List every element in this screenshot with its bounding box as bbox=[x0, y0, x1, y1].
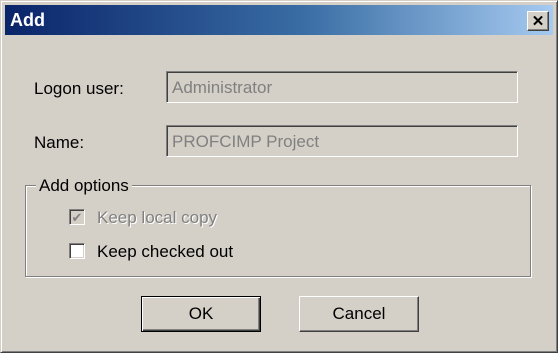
add-options-label: Add options bbox=[36, 176, 132, 196]
close-icon: ✕ bbox=[531, 12, 545, 30]
title-bar[interactable]: Add ✕ bbox=[5, 5, 553, 35]
cancel-button[interactable]: Cancel bbox=[299, 296, 419, 332]
name-field: PROFCIMP Project bbox=[166, 125, 518, 157]
dialog-title: Add bbox=[10, 10, 45, 30]
logon-user-field: Administrator bbox=[166, 71, 518, 103]
name-label: Name: bbox=[34, 133, 85, 152]
ok-button[interactable]: OK bbox=[141, 296, 261, 332]
add-options-group bbox=[25, 185, 531, 277]
ok-button-label: OK bbox=[188, 304, 214, 323]
keep-local-copy-checkbox: ✔ bbox=[69, 209, 85, 225]
checkmark-icon: ✔ bbox=[71, 209, 83, 225]
keep-local-copy-label: Keep local copy bbox=[97, 208, 218, 227]
keep-checked-out-label[interactable]: Keep checked out bbox=[97, 242, 233, 262]
close-button[interactable]: ✕ bbox=[527, 11, 549, 31]
cancel-button-label: Cancel bbox=[332, 304, 386, 323]
keep-checked-out-checkbox[interactable] bbox=[69, 243, 85, 259]
logon-user-label: Logon user: bbox=[34, 79, 124, 98]
add-dialog: Add ✕ Logon user: Administrator Name: PR… bbox=[0, 0, 558, 353]
